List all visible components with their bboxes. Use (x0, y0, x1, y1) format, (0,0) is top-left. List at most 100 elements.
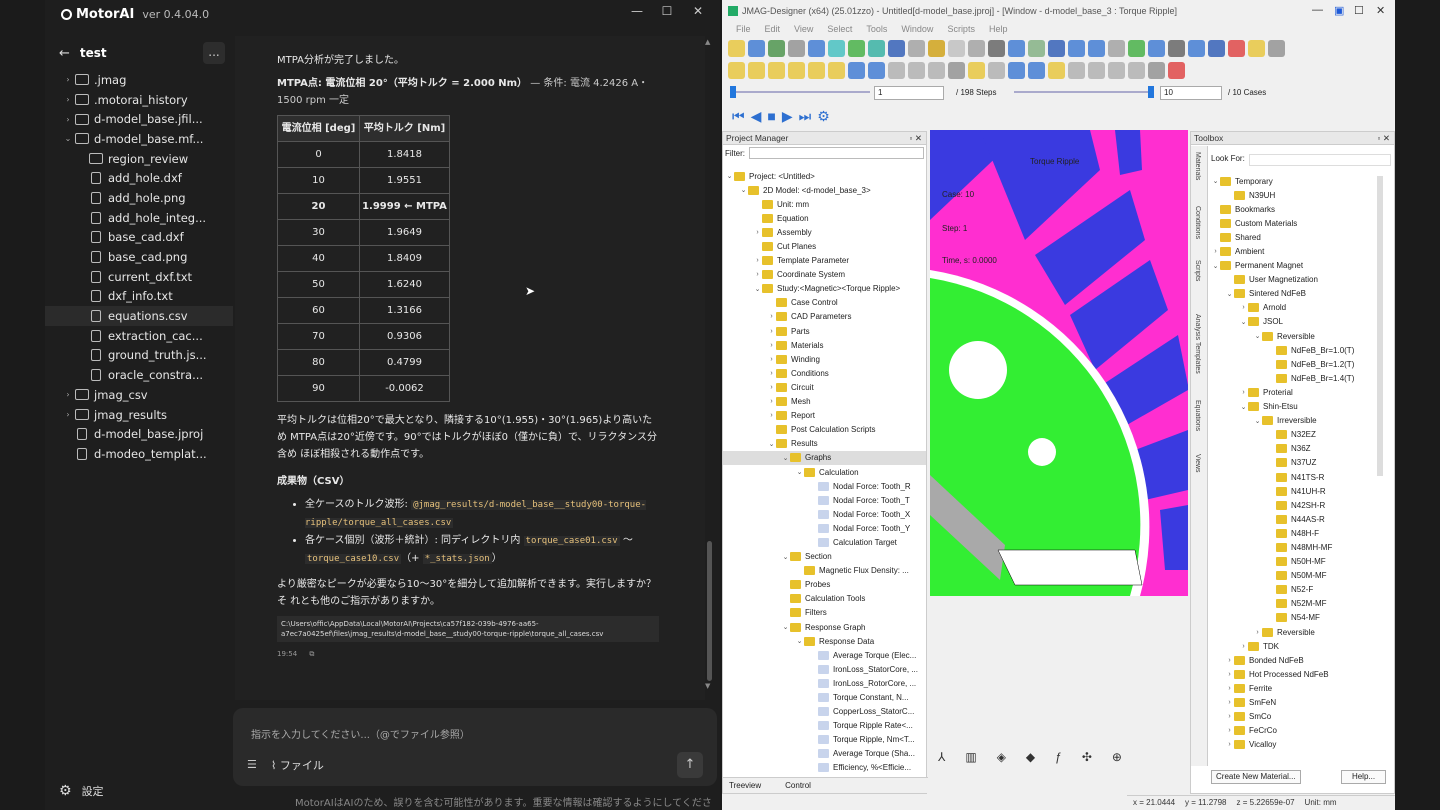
create-material-button[interactable]: Create New Material... (1211, 770, 1301, 784)
side-tab[interactable]: Equations (1194, 400, 1201, 448)
toolbar-shape-icon[interactable] (848, 61, 865, 79)
project-tree-item[interactable]: › CAD Parameters (723, 310, 926, 324)
expand-chevron-icon[interactable]: ⌄ (1239, 318, 1248, 326)
project-tree-item[interactable]: Nodal Force: Tooth_R (723, 479, 926, 493)
probe-icon[interactable]: ◈ (997, 750, 1006, 764)
file-tree-item[interactable]: base_cad.png (45, 247, 233, 267)
toolbar-tool-icon[interactable] (748, 39, 765, 57)
expand-chevron-icon[interactable]: ⌄ (753, 285, 762, 293)
expand-chevron-icon[interactable]: ⌄ (1225, 290, 1234, 298)
project-tree-item[interactable]: Efficiency, %<Efficie... (723, 761, 926, 773)
material-tree-item[interactable]: ⌄ Reversible (1211, 329, 1383, 343)
maximize-button[interactable]: ☐ (657, 4, 677, 18)
project-tree-item[interactable]: › Circuit (723, 380, 926, 394)
project-tree-item[interactable]: ⌄ 2D Model: <d-model_base_3> (723, 183, 926, 197)
expand-chevron-icon[interactable]: › (63, 410, 73, 419)
file-tree-item[interactable]: d-model_base.jproj (45, 424, 233, 444)
maximize-button[interactable]: ☐ (1354, 4, 1364, 17)
toolbar-shape-icon[interactable] (1008, 61, 1025, 79)
expand-chevron-icon[interactable]: › (767, 342, 776, 349)
project-tree-item[interactable]: › Materials (723, 338, 926, 352)
toolbar-shape-icon[interactable] (828, 61, 845, 79)
minimize-button[interactable]: — (627, 4, 647, 18)
toolbar-tool-icon[interactable] (1088, 39, 1105, 57)
project-tree-item[interactable]: Equation (723, 211, 926, 225)
material-tree-item[interactable]: N52M-MF (1211, 597, 1383, 611)
side-tab[interactable]: Scripts (1194, 260, 1201, 308)
menu-item[interactable]: Help (989, 24, 1008, 34)
file-tree-item[interactable]: d-modeo_templat... (45, 444, 233, 464)
side-tab[interactable]: Conditions (1194, 206, 1201, 254)
material-tree-item[interactable]: ⌄ JSOL (1211, 315, 1383, 329)
toolbar-shape-icon[interactable] (808, 61, 825, 79)
project-tree-item[interactable]: IronLoss_RotorCore, ... (723, 676, 926, 690)
expand-chevron-icon[interactable]: ⌄ (781, 454, 790, 462)
toolbar-shape-icon[interactable] (908, 61, 925, 79)
file-tree-item[interactable]: › d-model_base.jfil... (45, 109, 233, 129)
menu-item[interactable]: Window (901, 24, 933, 34)
toolbar-tool-icon[interactable] (908, 39, 925, 57)
toolbar-shape-icon[interactable] (1028, 61, 1045, 79)
project-tree-item[interactable]: Torque Constant, N... (723, 690, 926, 704)
project-tree-item[interactable]: ⌄ Graphs (723, 450, 926, 465)
expand-chevron-icon[interactable]: ⌄ (795, 468, 804, 476)
material-tree-item[interactable]: Bookmarks (1211, 202, 1383, 216)
help-button[interactable]: Help... (1341, 770, 1386, 784)
close-button[interactable]: ✕ (688, 4, 708, 18)
expand-chevron-icon[interactable]: › (1225, 713, 1234, 720)
tab-control[interactable]: Control (785, 781, 811, 790)
material-tree-item[interactable]: ⌄ Temporary (1211, 174, 1383, 188)
file-tree-item[interactable]: › jmag_csv (45, 385, 233, 405)
expand-chevron-icon[interactable]: ⌄ (795, 637, 804, 645)
file-tree-item[interactable]: extraction_cac... (45, 326, 233, 346)
expand-chevron-icon[interactable]: › (1225, 657, 1234, 664)
project-tree-item[interactable]: › Winding (723, 352, 926, 366)
project-tree-item[interactable]: Cut Planes (723, 239, 926, 253)
menu-item[interactable]: File (736, 24, 751, 34)
toolbar-shape-icon[interactable] (1128, 61, 1145, 79)
first-step-icon[interactable]: ⏮ (732, 108, 745, 125)
toolbar-tool-icon[interactable] (1228, 39, 1245, 57)
toolbar-shape-icon[interactable] (868, 61, 885, 79)
project-tree-item[interactable]: › Parts (723, 324, 926, 338)
file-tree-item[interactable]: ground_truth.js... (45, 346, 233, 366)
play-icon[interactable]: ▶ (782, 108, 793, 125)
project-tree-item[interactable]: Calculation Tools (723, 592, 926, 606)
menu-item[interactable]: Select (827, 24, 852, 34)
chat-input[interactable]: 指示を入力してください...（@でファイル参照） (251, 726, 470, 741)
material-tree-item[interactable]: N48MH-MF (1211, 540, 1383, 554)
expand-chevron-icon[interactable]: › (63, 115, 73, 124)
toolbar-shape-icon[interactable] (728, 61, 745, 79)
toolbar-tool-icon[interactable] (1168, 39, 1185, 57)
toolbar-shape-icon[interactable] (1108, 61, 1125, 79)
toolbar-shape-icon[interactable] (948, 61, 965, 79)
project-tree-item[interactable]: › Report (723, 409, 926, 423)
toolbar-tool-icon[interactable] (808, 39, 825, 57)
material-tree-item[interactable]: ⌄ Sintered NdFeB (1211, 287, 1383, 301)
toolbar-tool-icon[interactable] (848, 39, 865, 57)
file-link[interactable]: *_stats.json (422, 554, 492, 564)
material-tree-item[interactable]: NdFeB_Br=1.4(T) (1211, 371, 1383, 385)
project-tree-item[interactable]: ⌄ Response Data (723, 634, 926, 648)
material-tree-item[interactable]: Custom Materials (1211, 216, 1383, 230)
file-tree-item[interactable]: add_hole_integ... (45, 208, 233, 228)
toolbar-shape-icon[interactable] (768, 61, 785, 79)
project-tree-item[interactable]: Magnetic Flux Density: ... (723, 564, 926, 578)
project-tree-item[interactable]: ⌄ Section (723, 550, 926, 564)
toolbar-tool-icon[interactable] (768, 39, 785, 57)
expand-chevron-icon[interactable]: › (753, 229, 762, 236)
side-tab[interactable]: Analysis Templates (1194, 314, 1201, 394)
toolbar-shape-icon[interactable] (888, 61, 905, 79)
project-tree-item[interactable]: ⌄ Study:<Magnetic><Torque Ripple> (723, 282, 926, 296)
expand-chevron-icon[interactable]: ⌄ (1253, 332, 1262, 340)
settings-icon[interactable]: ⚙ (817, 108, 830, 125)
expand-chevron-icon[interactable]: › (1225, 671, 1234, 678)
expand-chevron-icon[interactable]: › (767, 356, 776, 363)
toolbar-shape-icon[interactable] (988, 61, 1005, 79)
panel-close-icon[interactable]: ▫ ✕ (910, 132, 923, 145)
toolbar-tool-icon[interactable] (968, 39, 985, 57)
toolbar-tool-icon[interactable] (1248, 39, 1265, 57)
toolbar-tool-icon[interactable] (1128, 39, 1145, 57)
material-tree-item[interactable]: N41UH-R (1211, 484, 1383, 498)
close-button[interactable]: ✕ (1376, 4, 1385, 17)
